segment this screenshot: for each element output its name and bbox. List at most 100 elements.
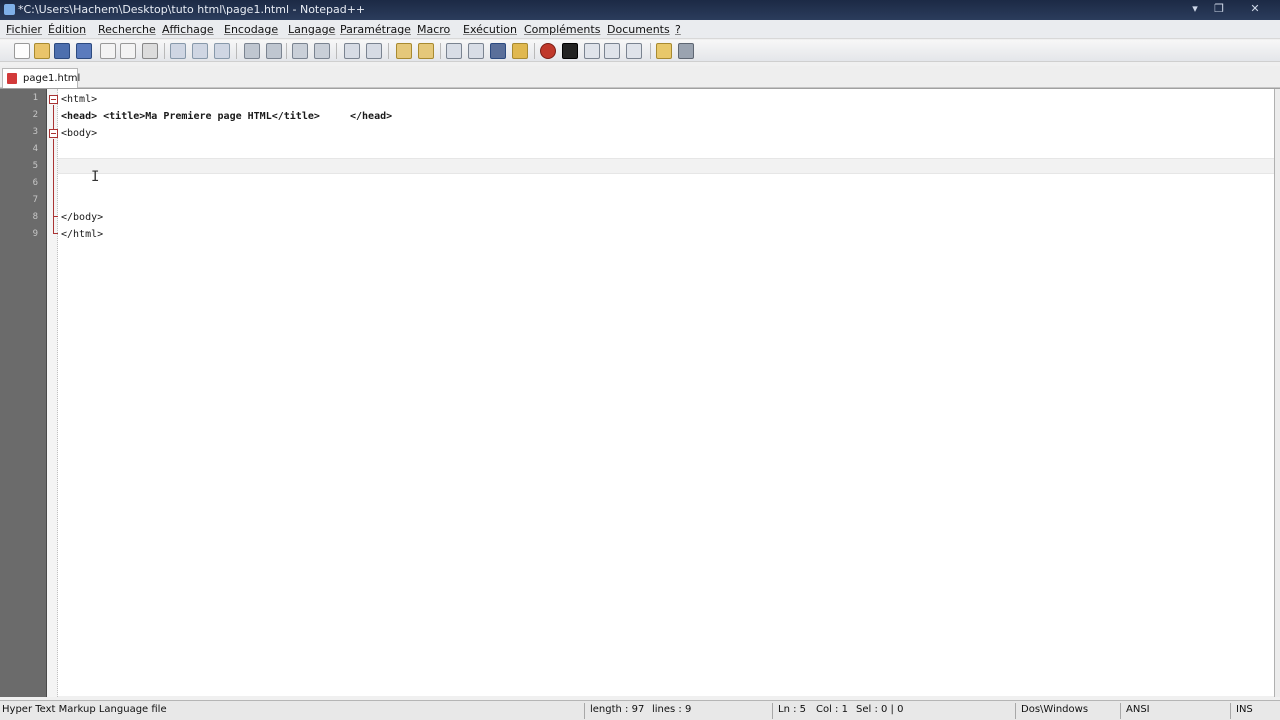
line-number: 9 [32, 229, 38, 239]
status-separator [772, 703, 773, 719]
menu-execution[interactable]: Exécution [463, 23, 517, 36]
notepadpp-app-icon [4, 4, 15, 15]
menu-documents[interactable]: Documents [607, 23, 670, 36]
tab-label: page1.html [23, 73, 81, 84]
toolbar-separator [388, 43, 389, 59]
play-macro-icon[interactable] [584, 43, 600, 59]
restore-button[interactable]: ❐ [1210, 1, 1228, 17]
menu-edition[interactable]: Édition [48, 23, 86, 36]
line-number: 7 [32, 195, 38, 205]
status-separator [1015, 703, 1016, 719]
fold-toggle-body[interactable] [49, 129, 58, 138]
line-number: 3 [32, 127, 38, 137]
status-encoding: ANSI [1126, 704, 1150, 715]
fold-guide [53, 216, 54, 233]
toolbar-separator [534, 43, 535, 59]
minimize-button[interactable]: ▾ [1186, 1, 1204, 17]
menu-recherche[interactable]: Recherche [98, 23, 156, 36]
toolbar-separator [336, 43, 337, 59]
status-eol: Dos\Windows [1021, 704, 1089, 715]
show-all-chars-icon[interactable] [468, 43, 484, 59]
unsaved-file-icon [7, 73, 17, 84]
indent-guide-icon[interactable] [490, 43, 506, 59]
status-col: Col : 1 [816, 704, 848, 715]
line-number: 2 [32, 110, 38, 120]
plugin-icon[interactable] [678, 43, 694, 59]
fold-toggle-html[interactable] [49, 95, 58, 104]
status-bar: Hyper Text Markup Language file length :… [0, 700, 1280, 720]
run-icon[interactable] [656, 43, 672, 59]
current-line-highlight [58, 158, 1274, 174]
line-number: 1 [32, 93, 38, 103]
status-separator [1120, 703, 1121, 719]
run-macro-multiple-icon[interactable] [604, 43, 620, 59]
save-icon[interactable] [54, 43, 70, 59]
fold-guide [53, 139, 54, 216]
code-line: <html> [61, 94, 98, 105]
menu-encodage[interactable]: Encodage [224, 23, 278, 36]
status-length: length : 97 [590, 704, 645, 715]
code-line: </body> [61, 212, 104, 223]
find-icon[interactable] [292, 43, 308, 59]
fold-end-marker [53, 233, 58, 234]
status-lines: lines : 9 [652, 704, 692, 715]
toolbar-separator [236, 43, 237, 59]
toolbar-separator [440, 43, 441, 59]
sync-scroll-h-icon[interactable] [418, 43, 434, 59]
redo-icon[interactable] [266, 43, 282, 59]
editor-area[interactable]: 1 2 3 4 5 6 7 8 9 <html> <head> <title>M… [0, 88, 1280, 697]
menu-complements[interactable]: Compléments [524, 23, 600, 36]
paste-icon[interactable] [214, 43, 230, 59]
line-number: 8 [32, 212, 38, 222]
title-bar: *C:\Users\Hachem\Desktop\tuto html\page1… [0, 0, 1280, 20]
menu-fichier[interactable]: Fichier [6, 23, 42, 36]
language-icon[interactable] [512, 43, 528, 59]
line-number: 6 [32, 178, 38, 188]
fold-guide [53, 105, 54, 131]
menu-parametrage[interactable]: Paramétrage [340, 23, 411, 36]
cut-icon[interactable] [170, 43, 186, 59]
new-file-icon[interactable] [14, 43, 30, 59]
close-all-icon[interactable] [120, 43, 136, 59]
status-file-type: Hyper Text Markup Language file [2, 704, 167, 715]
record-macro-icon[interactable] [540, 43, 556, 59]
replace-icon[interactable] [314, 43, 330, 59]
line-number: 5 [32, 161, 38, 171]
status-sel: Sel : 0 | 0 [856, 704, 904, 715]
zoom-out-icon[interactable] [366, 43, 382, 59]
word-wrap-icon[interactable] [446, 43, 462, 59]
menu-macro[interactable]: Macro [417, 23, 450, 36]
status-separator [1230, 703, 1231, 719]
toolbar-separator [286, 43, 287, 59]
window-title: *C:\Users\Hachem\Desktop\tuto html\page1… [18, 3, 366, 16]
status-separator [584, 703, 585, 719]
close-button[interactable]: ✕ [1246, 1, 1264, 17]
menu-bar: Fichier Édition Recherche Affichage Enco… [0, 20, 1280, 39]
toolbar-separator [164, 43, 165, 59]
menu-affichage[interactable]: Affichage [162, 23, 214, 36]
code-line: <head> <title>Ma Premiere page HTML</tit… [61, 111, 393, 122]
toolbar-separator [650, 43, 651, 59]
status-insert-mode: INS [1236, 704, 1253, 715]
status-ln: Ln : 5 [778, 704, 806, 715]
sync-scroll-icon[interactable] [396, 43, 412, 59]
menu-help[interactable]: ? [675, 23, 681, 36]
zoom-in-icon[interactable] [344, 43, 360, 59]
save-all-icon[interactable] [76, 43, 92, 59]
stop-macro-icon[interactable] [562, 43, 578, 59]
open-file-icon[interactable] [34, 43, 50, 59]
save-macro-icon[interactable] [626, 43, 642, 59]
tab-page1-html[interactable]: page1.html [2, 68, 81, 88]
copy-icon[interactable] [192, 43, 208, 59]
menu-langage[interactable]: Langage [288, 23, 335, 36]
i-beam-cursor-icon: I [91, 169, 100, 185]
code-line: <body> [61, 128, 98, 139]
undo-icon[interactable] [244, 43, 260, 59]
close-file-icon[interactable] [100, 43, 116, 59]
toolbar [0, 40, 1280, 62]
print-icon[interactable] [142, 43, 158, 59]
line-number: 4 [32, 144, 38, 154]
line-number-gutter: 1 2 3 4 5 6 7 8 9 [0, 89, 47, 697]
code-line: </html> [61, 229, 104, 240]
vertical-scrollbar[interactable] [1274, 89, 1280, 697]
